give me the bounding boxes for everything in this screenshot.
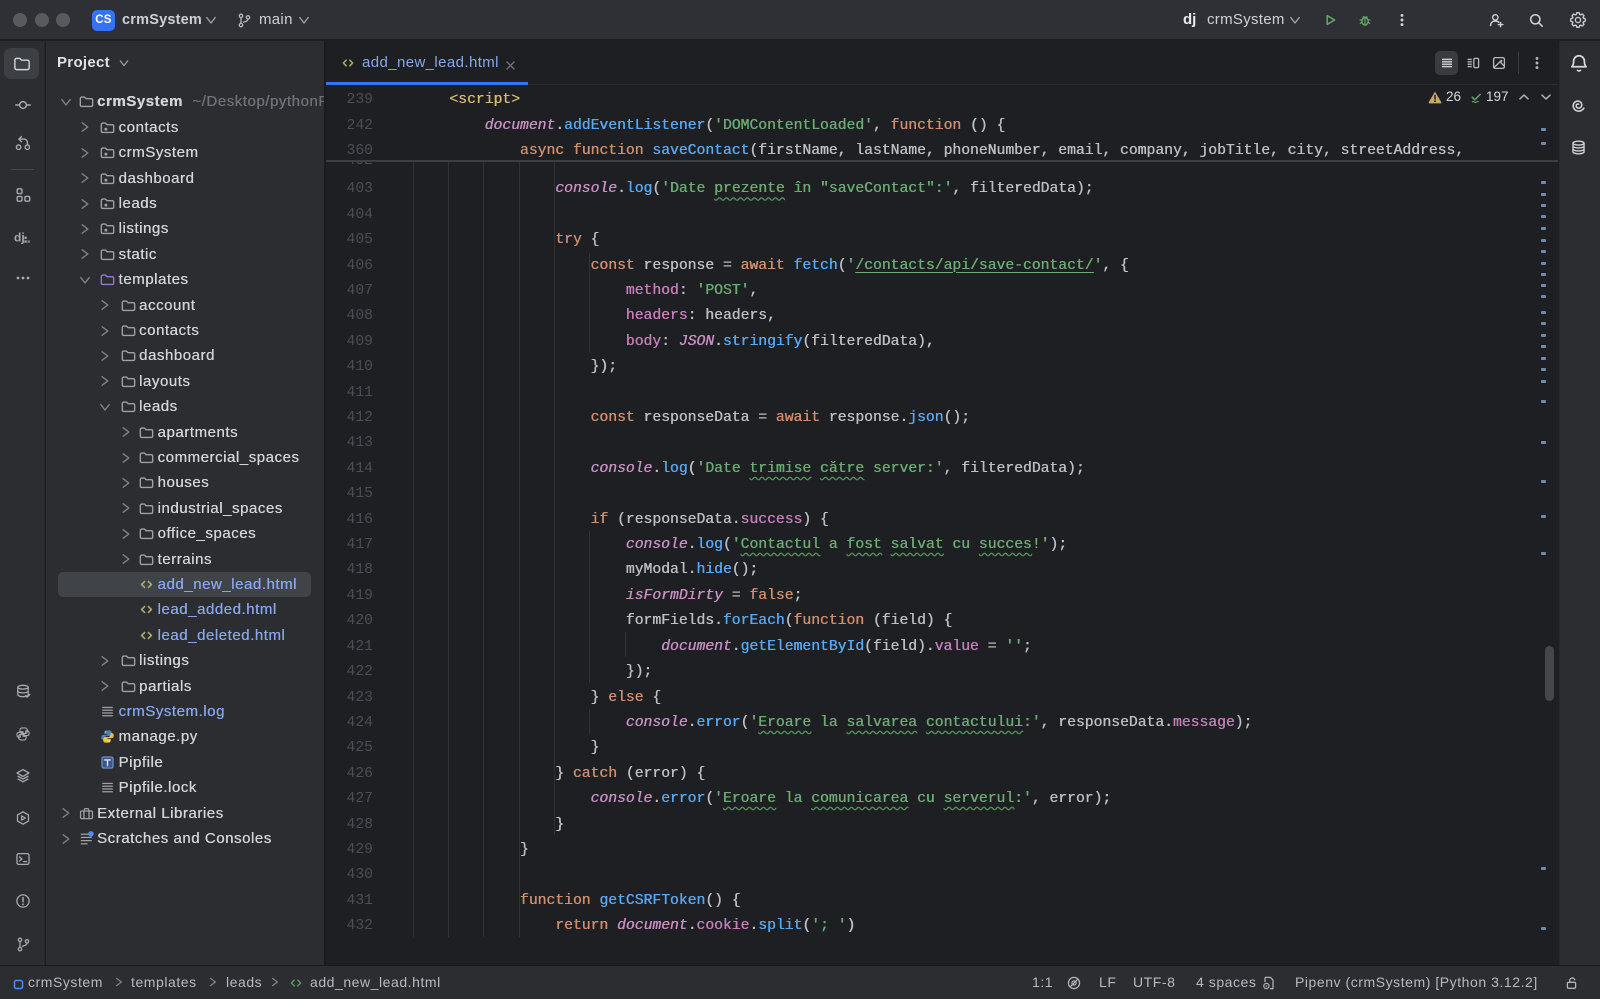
svg-text:dj: dj <box>14 231 25 245</box>
